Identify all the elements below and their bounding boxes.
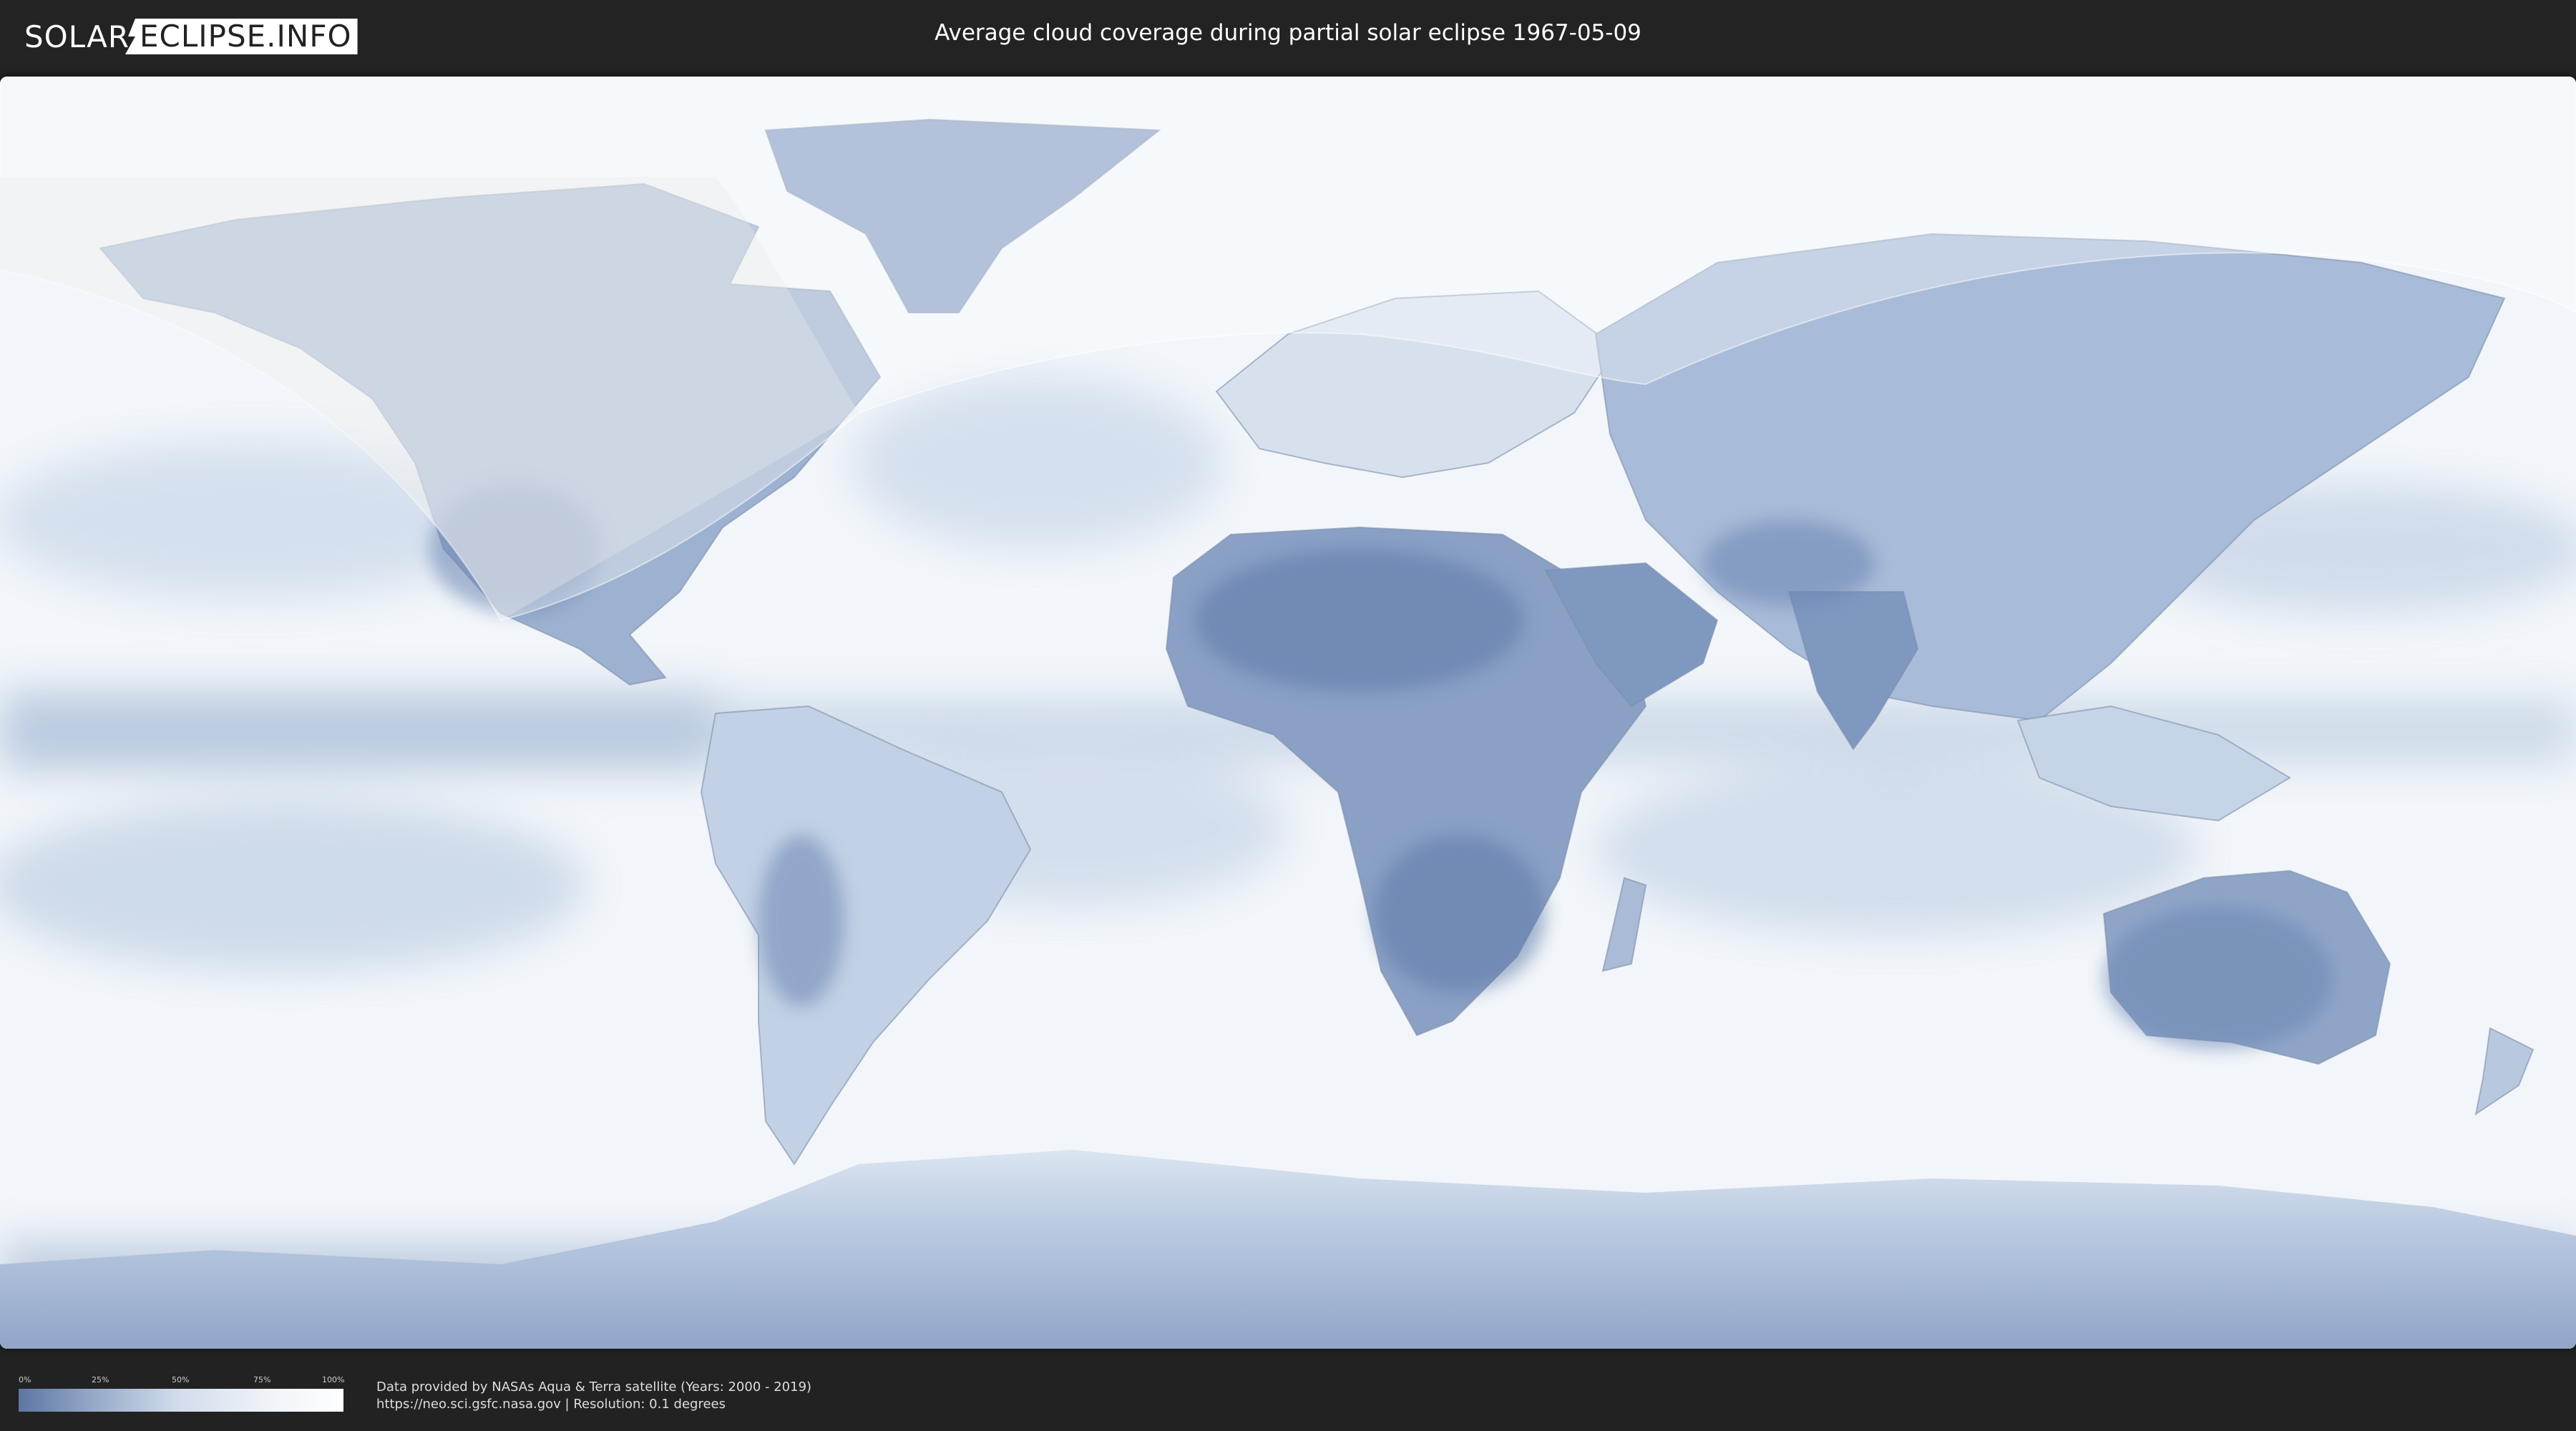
credit-line-source: Data provided by NASAs Aqua & Terra sate… (376, 1379, 812, 1395)
legend-tick-100: 100% (322, 1375, 345, 1384)
legend-color-bar (19, 1389, 343, 1412)
data-credits: Data provided by NASAs Aqua & Terra sate… (376, 1379, 811, 1413)
credit-line-url: https://neo.sci.gsfc.nasa.gov | Resoluti… (376, 1397, 726, 1412)
map-svg (0, 77, 2576, 1349)
legend-tick-25: 25% (92, 1375, 109, 1384)
legend-tick-50: 50% (172, 1375, 190, 1384)
header-bar: SOLAR ECLIPSE.INFO Average cloud coverag… (0, 0, 2576, 72)
legend-ticks: 0% 25% 50% 75% 100% (19, 1375, 345, 1387)
world-cloud-map[interactable] (0, 77, 2576, 1349)
legend-tick-0: 0% (19, 1375, 31, 1384)
legend-tick-75: 75% (253, 1375, 271, 1384)
cloud-coverage-legend: 0% 25% 50% 75% 100% (19, 1375, 345, 1412)
page-title: Average cloud coverage during partial so… (935, 20, 1641, 46)
